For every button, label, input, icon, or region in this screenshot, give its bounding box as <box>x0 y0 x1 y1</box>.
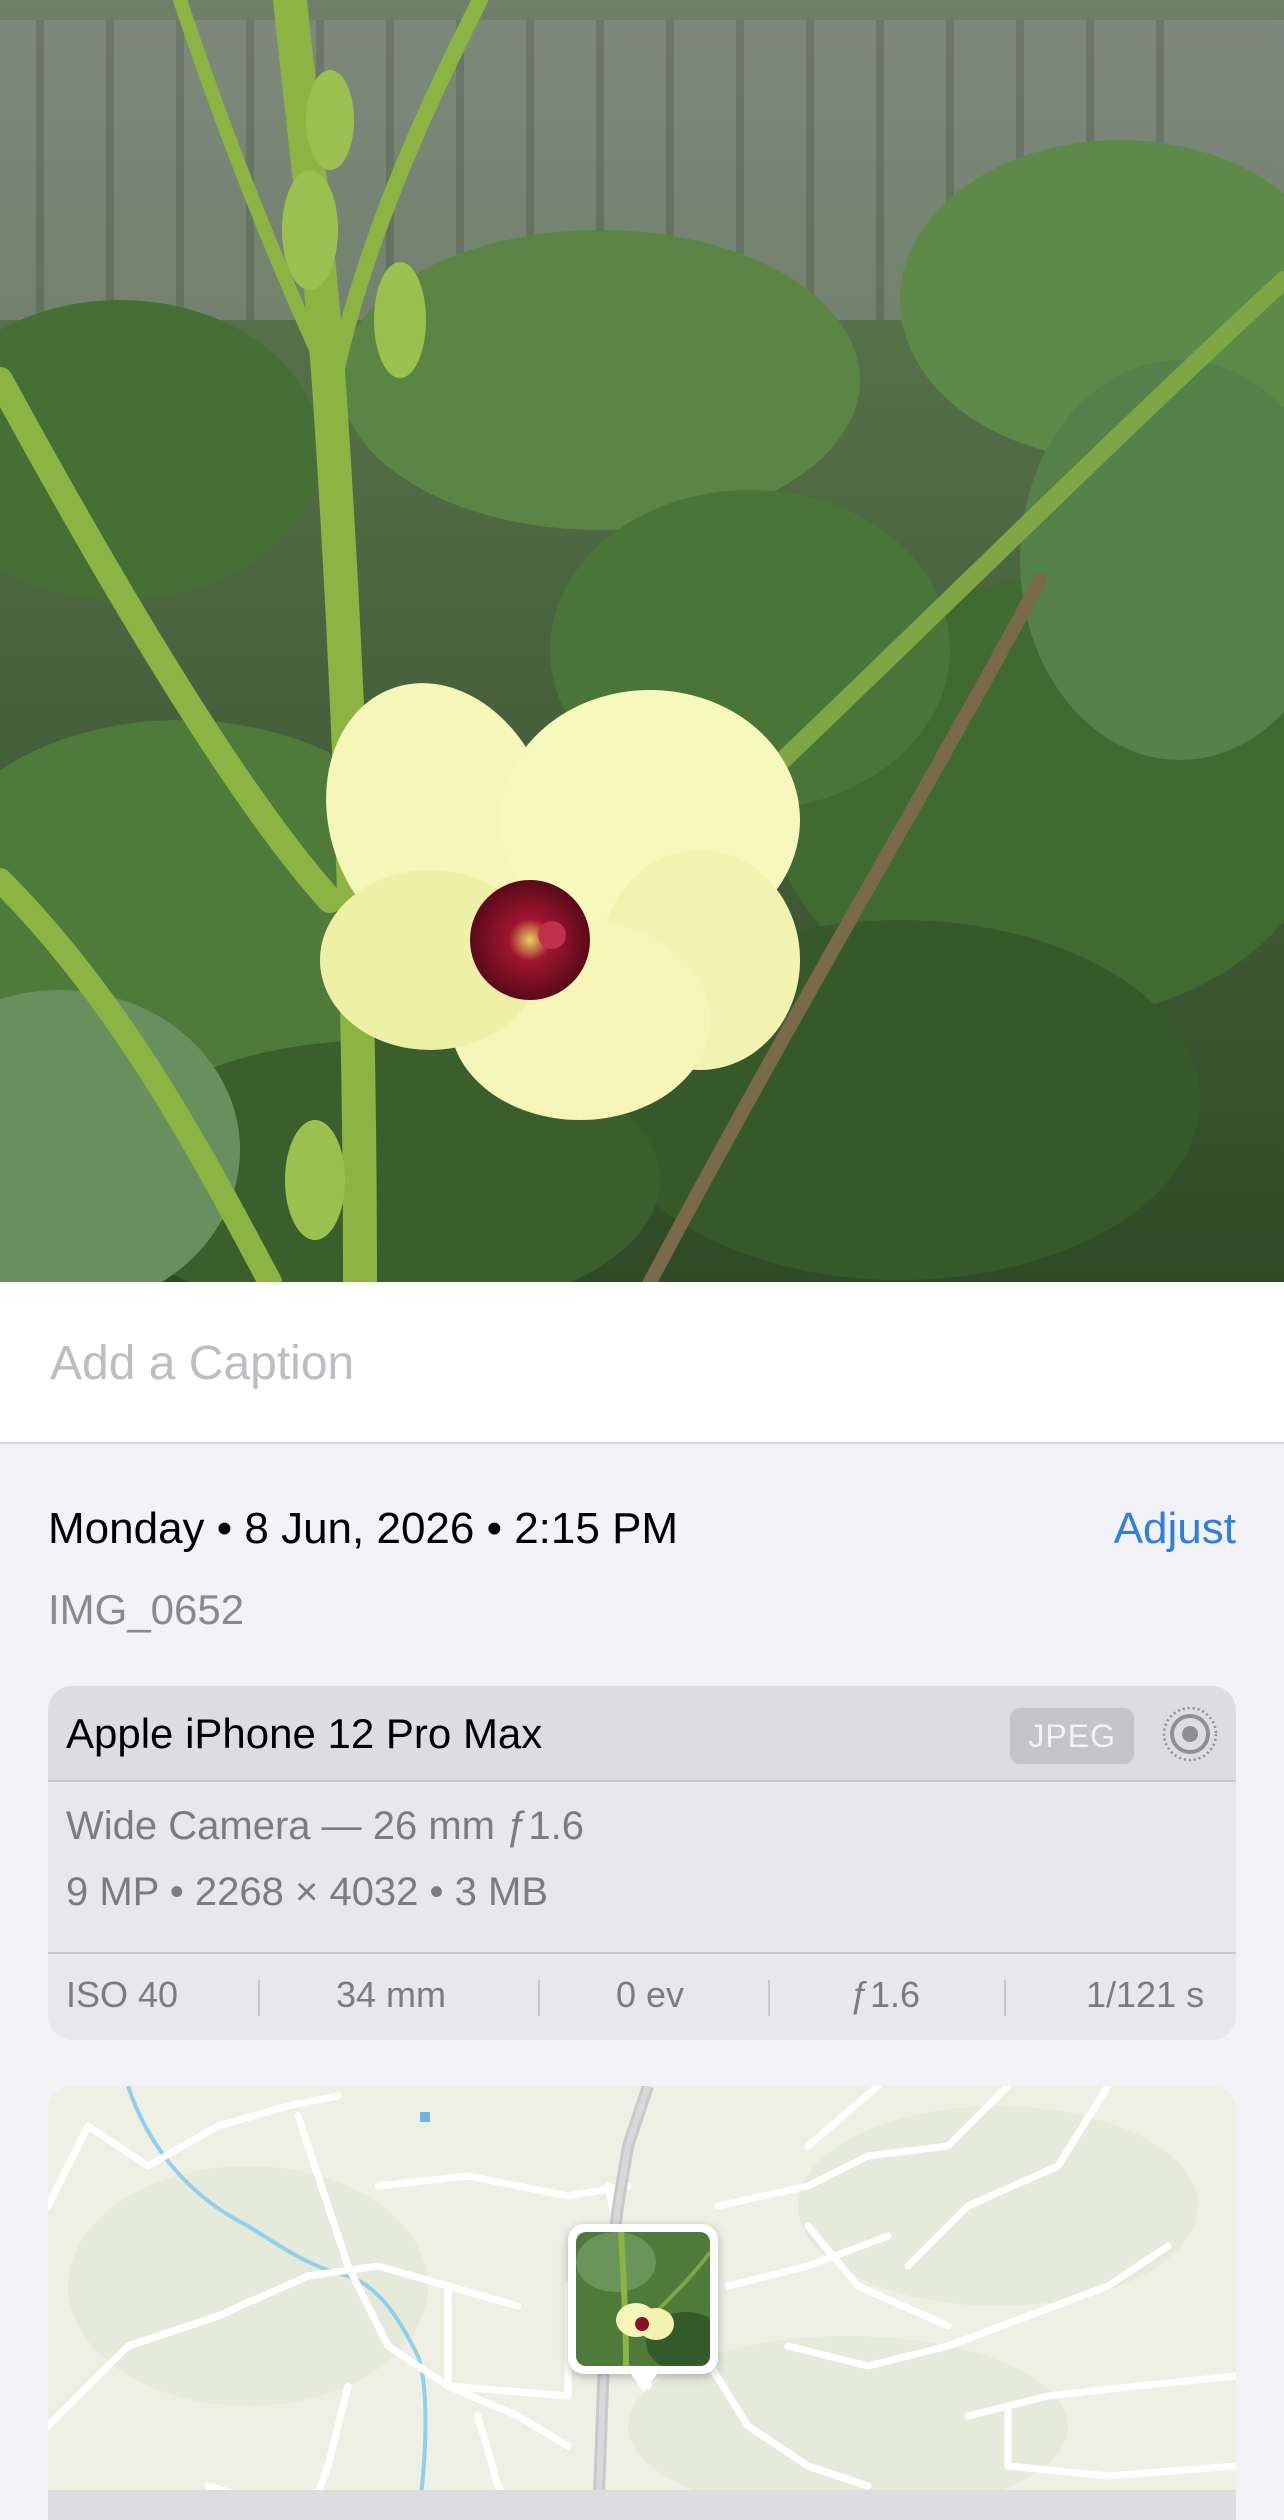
adjust-button[interactable]: Adjust <box>1114 1504 1236 1554</box>
camera-lens: Wide Camera — 26 mm ƒ1.6 <box>66 1804 584 1848</box>
image-specs: 9 MP • 2268 × 4032 • 3 MB <box>66 1870 549 1914</box>
exif-exposure-value: 0 ev <box>616 1974 685 2015</box>
info-panel: Monday • 8 Jun, 2026 • 2:15 PM Adjust IM… <box>0 1444 1284 2520</box>
pin-pointer <box>628 2370 660 2392</box>
format-badge: JPEG <box>1010 1708 1134 1764</box>
camera-info-card: Apple iPhone 12 Pro Max JPEG Wide Camera… <box>48 1686 1236 2040</box>
exif-iso: ISO 40 <box>66 1974 179 2015</box>
caption-area <box>0 1282 1284 1444</box>
exif-divider <box>538 1980 540 2016</box>
pin-thumbnail <box>576 2232 710 2366</box>
camera-card-header: Apple iPhone 12 Pro Max JPEG <box>48 1686 1236 1782</box>
map-photo-pin[interactable] <box>568 2224 718 2392</box>
photo-filename: IMG_0652 <box>48 1586 245 1633</box>
exif-focal-length: 34 mm <box>336 1974 447 2015</box>
exif-shutter-speed: 1/121 s <box>1086 1974 1205 2015</box>
exif-divider <box>768 1980 770 2016</box>
location-map[interactable] <box>48 2086 1236 2520</box>
exif-aperture: ƒ1.6 <box>850 1974 921 2015</box>
exif-divider <box>258 1980 260 2016</box>
photo-image <box>0 0 1284 1282</box>
exif-divider <box>1004 1980 1006 2016</box>
camera-device: Apple iPhone 12 Pro Max <box>66 1710 543 1757</box>
photo-datetime: Monday • 8 Jun, 2026 • 2:15 PM <box>48 1504 679 1553</box>
caption-input[interactable] <box>48 1322 1242 1404</box>
map-footer-strip <box>48 2490 1236 2520</box>
photo-view[interactable] <box>0 0 1284 1282</box>
exif-row: ISO 40 34 mm 0 ev ƒ1.6 1/121 s <box>48 1952 1236 2040</box>
live-photo-icon[interactable] <box>1160 1704 1220 1764</box>
